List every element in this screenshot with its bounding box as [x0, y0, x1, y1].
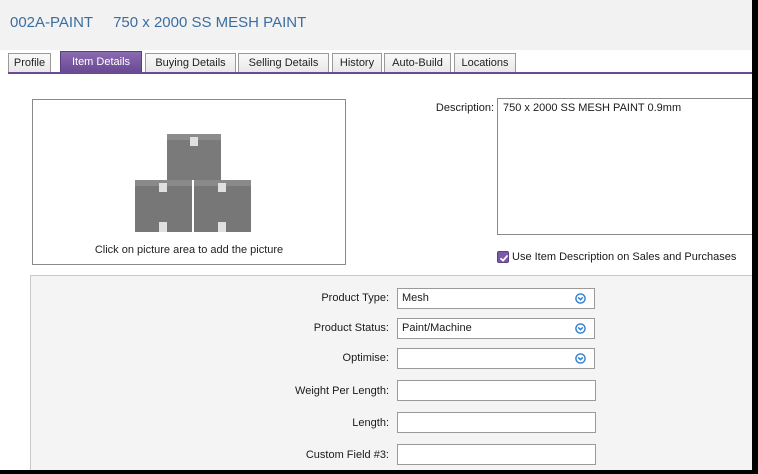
checkmark-icon [499, 254, 509, 262]
picture-area[interactable]: Click on picture area to add the picture [32, 99, 346, 265]
optimise-label: Optimise: [342, 352, 389, 364]
use-item-description-label: Use Item Description on Sales and Purcha… [512, 251, 737, 263]
chevron-down-icon [575, 353, 586, 364]
product-status-value: Paint/Machine [402, 322, 472, 334]
tab-history[interactable]: History [332, 53, 382, 72]
length-input[interactable] [397, 412, 596, 433]
custom-field-3-input[interactable] [397, 444, 596, 465]
item-window: 002A-PAINT 750 x 2000 SS MESH PAINT Profi… [0, 0, 752, 470]
chevron-down-icon [575, 293, 586, 304]
product-type-select[interactable]: Mesh [397, 288, 595, 309]
length-label: Length: [352, 417, 389, 429]
product-status-label: Product Status: [313, 322, 389, 334]
description-label: Description: [435, 102, 494, 114]
custom-fields-panel: Product Type: Mesh Product Status: Paint… [30, 275, 752, 470]
weight-per-length-label: Weight Per Length: [295, 385, 389, 397]
product-status-select[interactable]: Paint/Machine [397, 318, 595, 339]
tab-underline [8, 72, 752, 74]
item-code: 002A-PAINT [10, 14, 94, 31]
weight-per-length-input[interactable] [397, 380, 596, 401]
item-name: 750 x 2000 SS MESH PAINT [113, 14, 307, 31]
tab-selling-details[interactable]: Selling Details [238, 53, 329, 72]
product-type-label: Product Type: [321, 292, 389, 304]
page-title: 002A-PAINT 750 x 2000 SS MESH PAINT [10, 14, 306, 31]
picture-caption: Click on picture area to add the picture [94, 244, 284, 256]
tab-locations[interactable]: Locations [454, 53, 516, 72]
chevron-down-icon [575, 323, 586, 334]
product-type-value: Mesh [402, 292, 429, 304]
tab-auto-build[interactable]: Auto-Build [384, 53, 451, 72]
tab-profile[interactable]: Profile [8, 53, 51, 72]
title-bar: 002A-PAINT 750 x 2000 SS MESH PAINT [0, 0, 752, 50]
tab-buying-details[interactable]: Buying Details [145, 53, 236, 72]
optimise-select[interactable] [397, 348, 595, 369]
boxes-placeholder-icon [135, 134, 251, 232]
description-textarea[interactable]: 750 x 2000 SS MESH PAINT 0.9mm [497, 98, 752, 235]
use-item-description-checkbox[interactable] [497, 251, 509, 263]
custom-field-3-label: Custom Field #3: [305, 449, 389, 461]
tab-item-details[interactable]: Item Details [60, 51, 142, 72]
